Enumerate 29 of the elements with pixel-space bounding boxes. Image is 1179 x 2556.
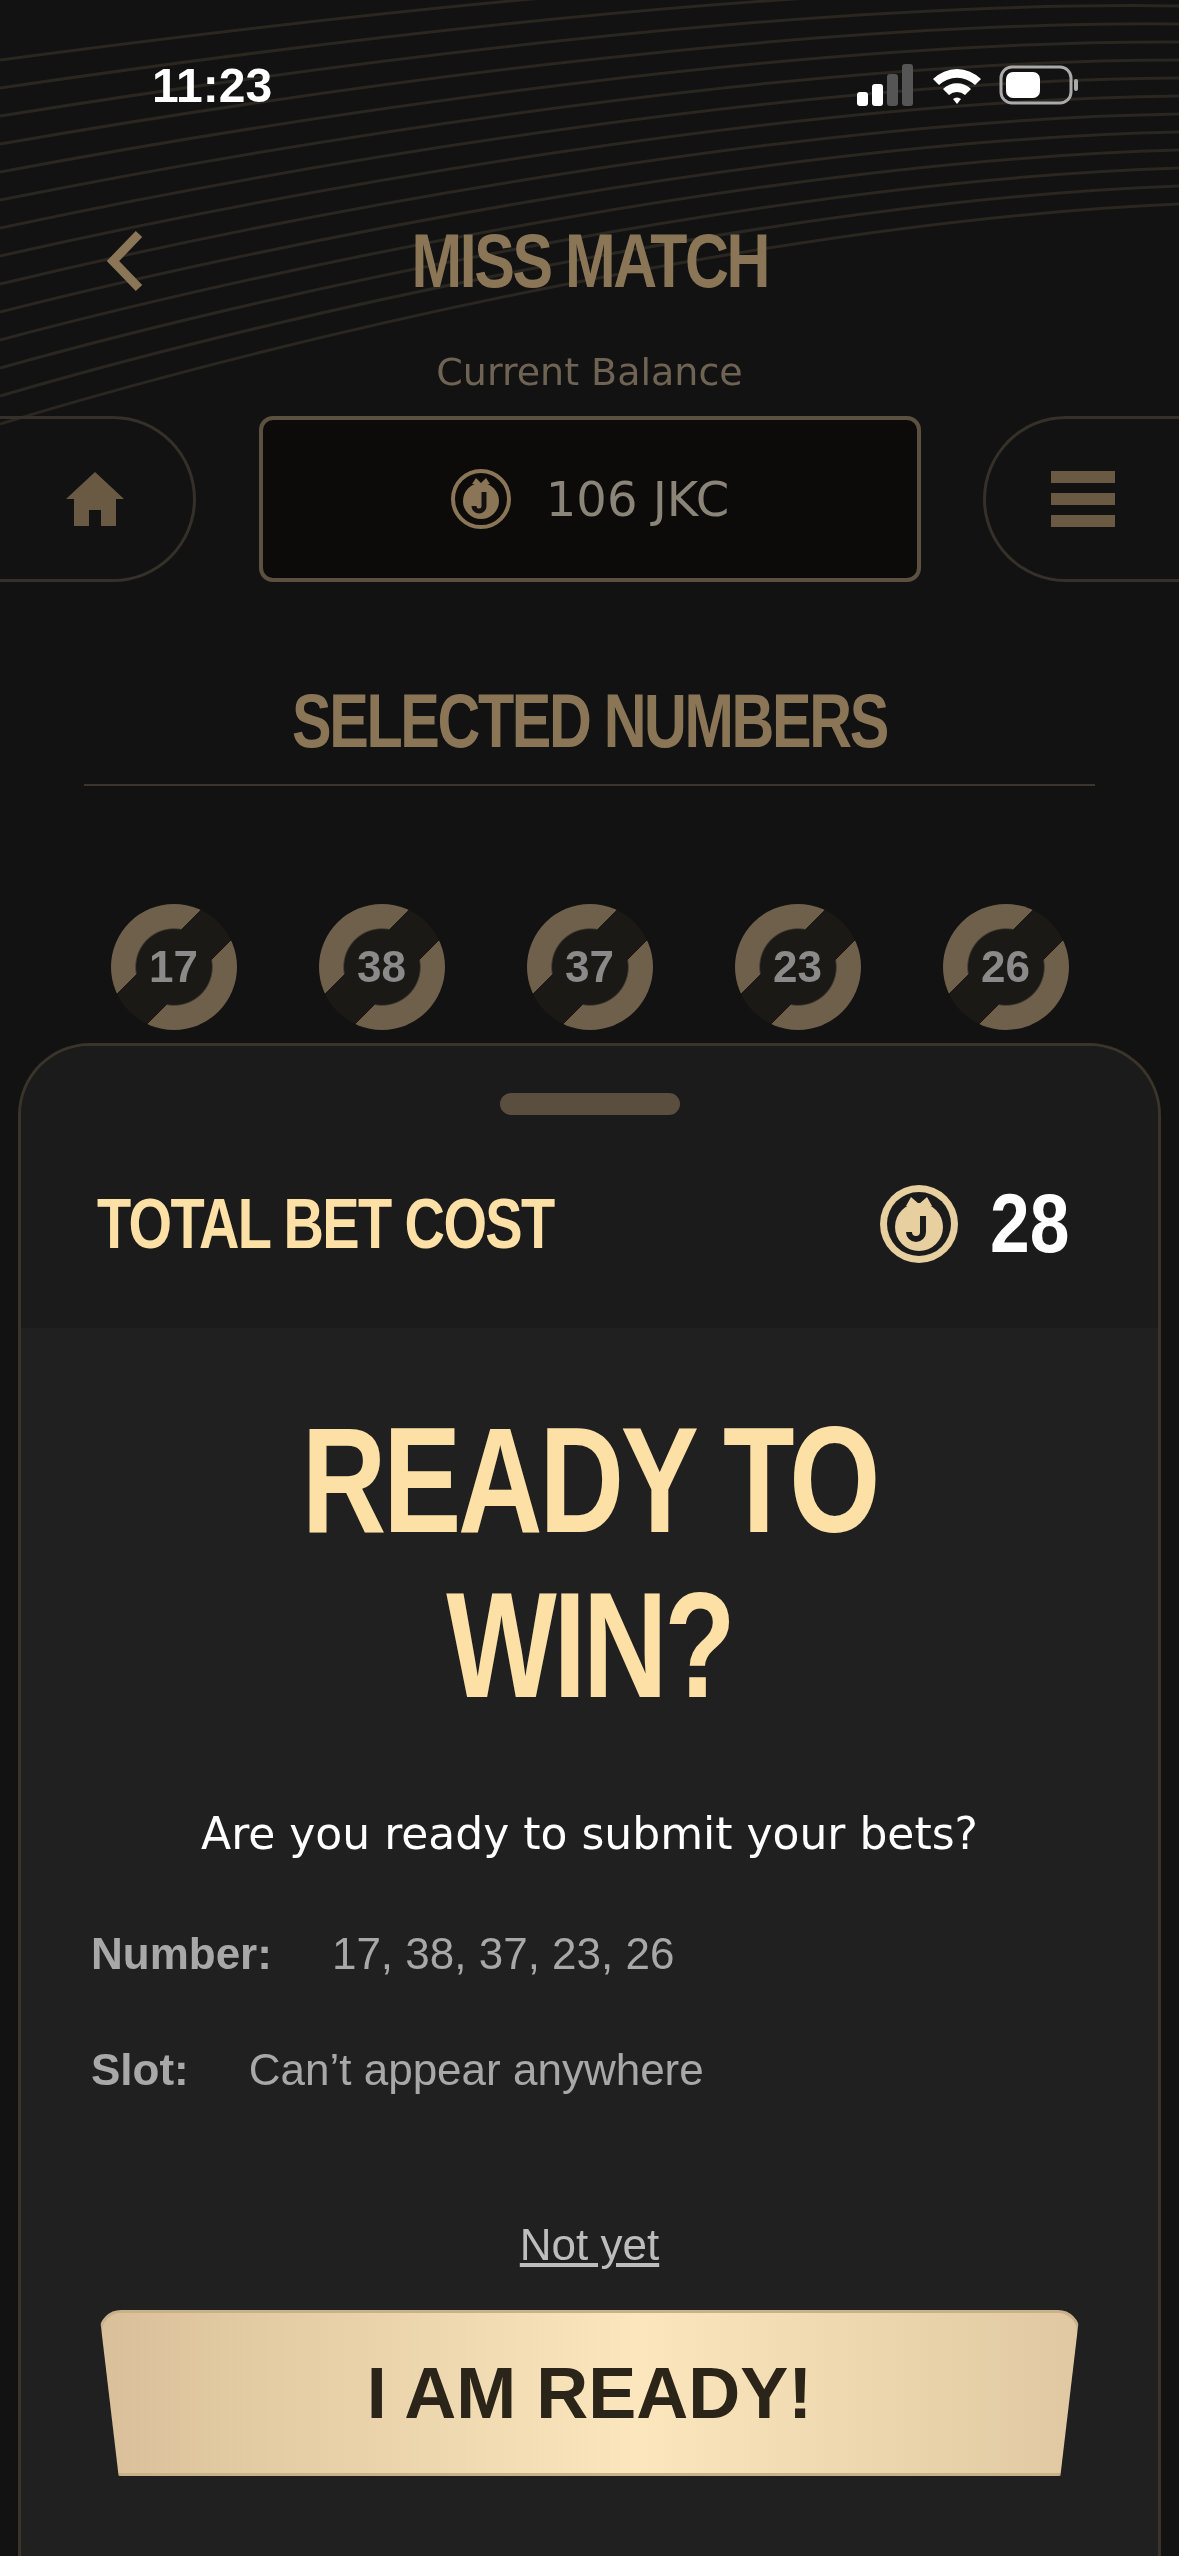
dialog-question: Are you ready to submit your bets?: [200, 1808, 979, 1859]
lottery-ball: 26: [942, 904, 1069, 1030]
not-yet-link[interactable]: Not yet: [519, 2220, 660, 2270]
status-time: 11:23: [152, 57, 273, 113]
detail-value: 17, 38, 37, 23, 26: [331, 1929, 675, 1979]
balance-label: Current Balance: [435, 350, 744, 396]
lottery-ball: 17: [110, 904, 237, 1030]
detail-label: Slot:: [91, 2045, 189, 2095]
home-button[interactable]: [0, 416, 196, 582]
cost-amount: 28: [989, 1175, 1069, 1272]
menu-icon: [1051, 471, 1115, 527]
page-title: MISS MATCH: [411, 216, 768, 304]
confirm-button[interactable]: I AM READY!: [99, 2310, 1080, 2476]
menu-button[interactable]: [983, 416, 1179, 582]
coin-icon: [449, 468, 512, 530]
balance-amount: 106 JKC: [545, 471, 730, 527]
lottery-ball: 23: [734, 904, 861, 1030]
drag-handle[interactable]: [499, 1093, 680, 1115]
battery-icon: [999, 65, 1079, 105]
signal-icon: [857, 64, 915, 106]
lottery-ball: 37: [526, 904, 653, 1030]
lottery-ball: 38: [318, 904, 445, 1030]
detail-label: Number:: [91, 1929, 272, 1979]
detail-value: Can’t appear anywhere: [248, 2045, 704, 2095]
home-icon: [66, 472, 124, 526]
section-title: SELECTED NUMBERS: [291, 677, 888, 764]
cost-label: TOTAL BET COST: [97, 1183, 554, 1264]
dialog-title: READY TO WIN?: [300, 1398, 879, 1728]
back-icon[interactable]: [105, 230, 145, 292]
